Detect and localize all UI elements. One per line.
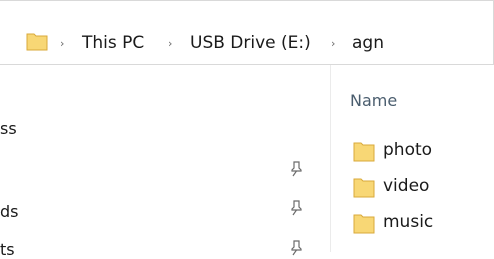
chevron-right-icon[interactable]: › [331,37,335,50]
breadcrumb-item-agn[interactable]: agn [352,33,384,53]
list-item[interactable]: video [353,174,483,200]
file-name: photo [383,140,433,160]
nav-item-label[interactable]: ts [0,240,15,259]
address-bar[interactable]: › This PC › USB Drive (E:) › agn [0,0,494,65]
file-name: music [383,212,434,232]
name-column-header[interactable]: Name [350,91,397,110]
pin-icon[interactable] [289,200,303,216]
folder-icon [26,33,48,51]
list-item[interactable]: photo [353,138,483,164]
pane-divider[interactable] [330,65,331,252]
file-name: video [383,176,430,196]
pin-icon[interactable] [289,240,303,256]
folder-icon [353,178,375,198]
list-item[interactable]: music [353,210,483,236]
pin-icon[interactable] [289,161,303,177]
folder-icon [353,142,375,162]
breadcrumb-item-this-pc[interactable]: This PC [82,33,144,53]
nav-item-label[interactable]: ss [0,119,17,138]
breadcrumb-item-usb-drive[interactable]: USB Drive (E:) [190,33,311,53]
chevron-right-icon[interactable]: › [60,37,64,50]
nav-item-label[interactable]: ds [0,202,19,221]
folder-icon [353,214,375,234]
chevron-right-icon[interactable]: › [168,37,172,50]
